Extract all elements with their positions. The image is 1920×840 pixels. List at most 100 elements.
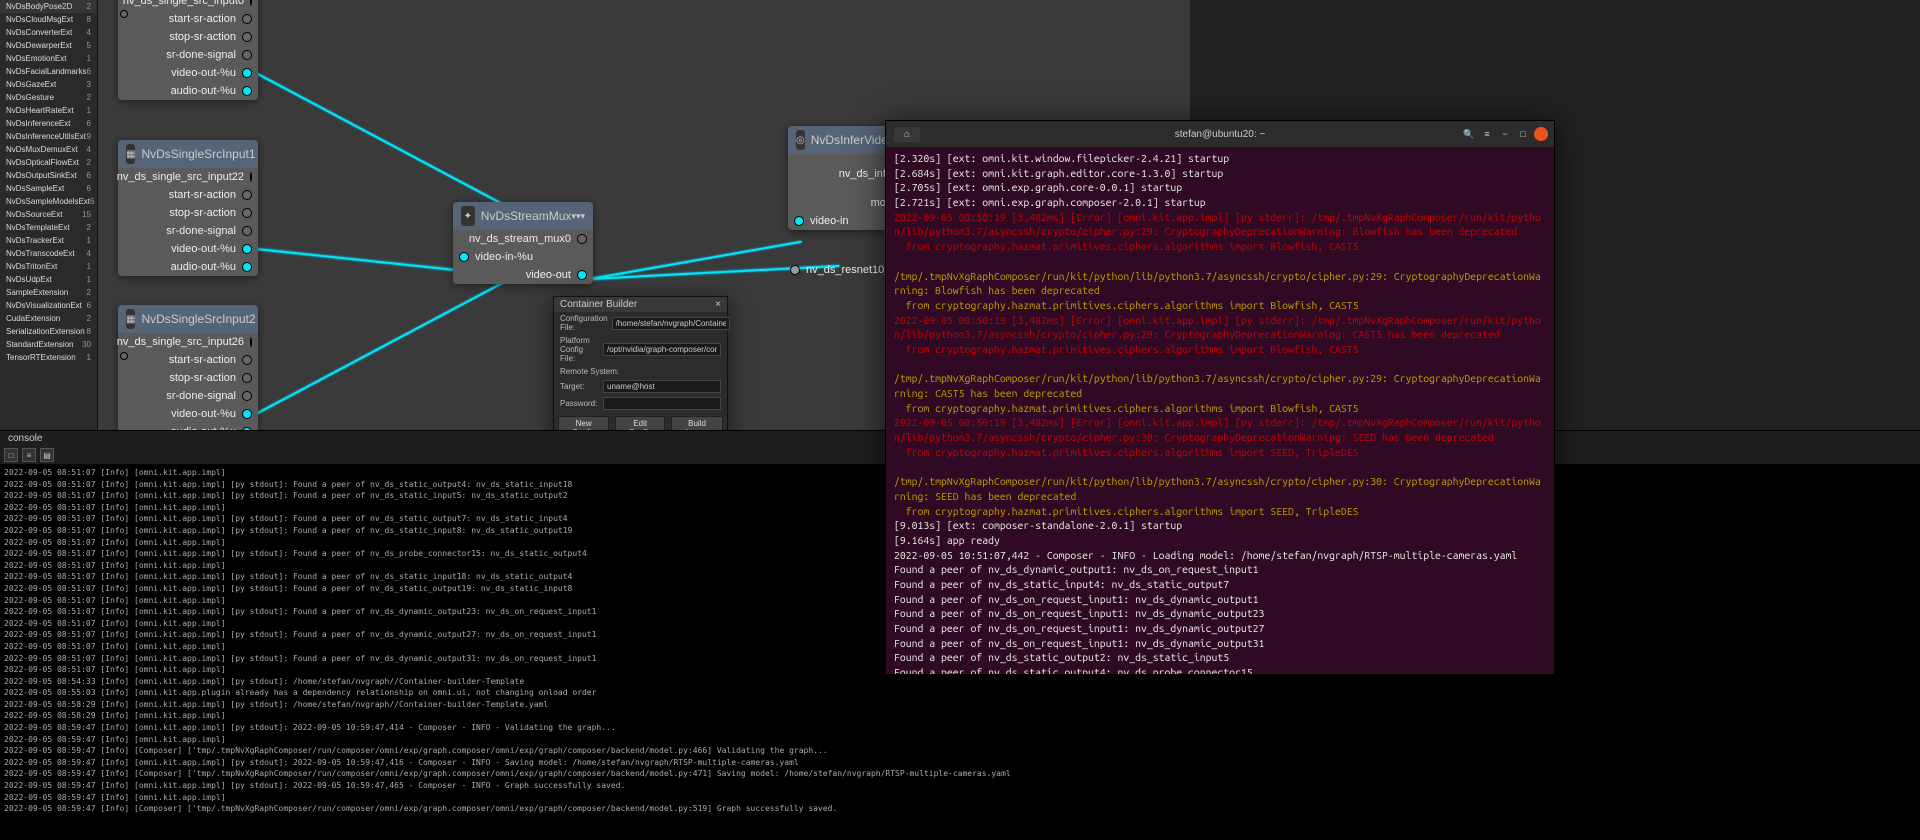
node-icon: ▦ (126, 144, 135, 164)
sidebar-item[interactable]: NvDsTrackerExt1 (0, 234, 97, 247)
node-src1[interactable]: ▦ NvDsSingleSrcInput1 nv_ds_single_src_in… (118, 140, 258, 276)
menu-icon[interactable]: ≡ (1480, 127, 1494, 141)
sidebar-item[interactable]: NvDsVisualizationExt6 (0, 299, 97, 312)
port-label: video-out-%u (171, 243, 236, 255)
port-label: sr-done-signal (166, 390, 236, 402)
port-label: nv_ds_stream_mux0 (469, 233, 571, 245)
password-label: Password: (560, 399, 599, 408)
port-label: nv_ds_single_src_input22 (117, 171, 244, 183)
dialog-title: Container Builder (560, 299, 637, 310)
edit-config-button[interactable]: Edit Config (615, 416, 665, 430)
sidebar-item[interactable]: NvDsSampleExt6 (0, 182, 97, 195)
node-title: NvDsStreamMux (481, 209, 572, 223)
node-streammux[interactable]: ✦ NvDsStreamMux▾▾▾ nv_ds_stream_mux0 vide… (453, 202, 593, 284)
port-out-icon[interactable] (242, 409, 252, 419)
port-label: start-sr-action (169, 354, 236, 366)
floating-port[interactable] (120, 10, 134, 18)
port-label: nv_ds_single_src_input0 (123, 0, 244, 7)
node-title: NvDsSingleSrcInput1 (141, 147, 255, 161)
config-file-label: Configuration File: (560, 314, 608, 332)
node-infer[interactable]: ◎NvDsInferVideo nv_ds_infe mod video-in (788, 126, 898, 230)
port-label: audio-out-%u (171, 426, 236, 430)
sidebar-item[interactable]: NvDsConverterExt4 (0, 26, 97, 39)
port-label: sr-done-signal (166, 49, 236, 61)
node-src0[interactable]: nv_ds_single_src_input0 start-sr-action … (118, 0, 258, 100)
sidebar-item[interactable]: NvDsHeartRateExt1 (0, 104, 97, 117)
port-label: video-out-%u (171, 67, 236, 79)
node-icon: ✦ (461, 206, 475, 226)
port-label: stop-sr-action (169, 372, 236, 384)
new-config-button[interactable]: New Config (558, 416, 609, 430)
sidebar-item[interactable]: NvDsDewarperExt5 (0, 39, 97, 52)
sidebar-item[interactable]: NvDsBodyPose2D2 (0, 0, 97, 13)
sidebar-item[interactable]: TensorRTExtension1 (0, 351, 97, 364)
sidebar-item[interactable]: NvDsOpticalFlowExt2 (0, 156, 97, 169)
port-in-icon[interactable] (459, 252, 469, 262)
port-label: stop-sr-action (169, 207, 236, 219)
sidebar-item[interactable]: NvDsGesture2 (0, 91, 97, 104)
platform-file-input[interactable] (603, 343, 721, 356)
node-src2[interactable]: ▦ NvDsSingleSrcInput2 nv_ds_single_src_in… (118, 305, 258, 430)
sidebar-item[interactable]: NvDsOutputSinkExt6 (0, 169, 97, 182)
sidebar-item[interactable]: NvDsSampleModelsExt6 (0, 195, 97, 208)
sidebar-item[interactable]: StandardExtension30 (0, 338, 97, 351)
terminal-window[interactable]: ⌂ stefan@ubuntu20: ~ 🔍 ≡ − □ [2.320s] [e… (885, 120, 1555, 675)
sidebar-item[interactable]: NvDsInferenceExt6 (0, 117, 97, 130)
node-icon: ◎ (796, 130, 805, 150)
node-title: NvDsSingleSrcInput2 (141, 312, 255, 326)
port-label: start-sr-action (169, 189, 236, 201)
node-icon: ▦ (126, 309, 135, 329)
port-in-icon[interactable] (794, 216, 804, 226)
port-out-icon[interactable] (242, 68, 252, 78)
tool-btn-1[interactable]: □ (4, 448, 18, 462)
build-image-button[interactable]: Build Image (671, 416, 723, 430)
port-label: sr-done-signal (166, 225, 236, 237)
terminal-output: [2.320s] [ext: omni.kit.window.filepicke… (886, 147, 1554, 674)
platform-file-label: Platform Config File: (560, 336, 599, 363)
sidebar-item[interactable]: NvDsEmotionExt1 (0, 52, 97, 65)
sidebar-item[interactable]: NvDsGazeExt3 (0, 78, 97, 91)
port-out-icon[interactable] (577, 270, 587, 280)
port-label: video-in-%u (475, 251, 533, 263)
sidebar-item[interactable]: NvDsTritonExt1 (0, 260, 97, 273)
terminal-title: stefan@ubuntu20: ~ (1175, 129, 1266, 140)
close-icon[interactable] (1534, 127, 1548, 141)
node-title: NvDsInferVideo (811, 133, 895, 147)
port-out-icon[interactable] (242, 244, 252, 254)
sidebar-item[interactable]: SerializationExtension8 (0, 325, 97, 338)
port-label: stop-sr-action (169, 31, 236, 43)
tool-btn-2[interactable]: ≡ (22, 448, 36, 462)
port-out-icon[interactable] (242, 262, 252, 272)
sidebar-item[interactable]: CudaExtension2 (0, 312, 97, 325)
search-icon[interactable]: 🔍 (1462, 127, 1476, 141)
sidebar-item[interactable]: NvDsInferenceUtilsExt9 (0, 130, 97, 143)
port-out-icon[interactable] (242, 427, 252, 430)
sidebar-item[interactable]: NvDsTranscodeExt4 (0, 247, 97, 260)
sidebar-item[interactable]: NvDsFacialLandmarks6 (0, 65, 97, 78)
port-label: video-in (810, 215, 849, 227)
maximize-icon[interactable]: □ (1516, 127, 1530, 141)
port-label: nv_ds_single_src_input26 (117, 336, 244, 348)
collapse-icon[interactable]: ▾▾▾ (571, 211, 585, 222)
port-label: video-out (526, 269, 571, 281)
sidebar-item[interactable]: NvDsSourceExt15 (0, 208, 97, 221)
sidebar-item[interactable]: NvDsMuxDemuxExt4 (0, 143, 97, 156)
config-file-input[interactable] (612, 317, 730, 330)
port-out-icon[interactable] (242, 86, 252, 96)
target-input[interactable] (603, 380, 721, 393)
minimize-icon[interactable]: − (1498, 127, 1512, 141)
tool-btn-3[interactable]: ▤ (40, 448, 54, 462)
container-builder-dialog[interactable]: Container Builder × Configuration File: P… (553, 296, 728, 430)
floating-port[interactable] (120, 352, 134, 360)
sidebar-item[interactable]: SampleExtension2 (0, 286, 97, 299)
close-icon[interactable]: × (715, 299, 721, 310)
port-label: start-sr-action (169, 13, 236, 25)
port-label: audio-out-%u (171, 261, 236, 273)
sidebar-item[interactable]: NvDsTemplateExt2 (0, 221, 97, 234)
terminal-tab[interactable]: ⌂ (894, 127, 920, 142)
target-label: Target: (560, 382, 599, 391)
extension-sidebar[interactable]: NvDsBodyPose2D2NvDsCloudMsgExt8NvDsConve… (0, 0, 98, 430)
password-input[interactable] (603, 397, 721, 410)
sidebar-item[interactable]: NvDsCloudMsgExt8 (0, 13, 97, 26)
sidebar-item[interactable]: NvDsUdpExt1 (0, 273, 97, 286)
